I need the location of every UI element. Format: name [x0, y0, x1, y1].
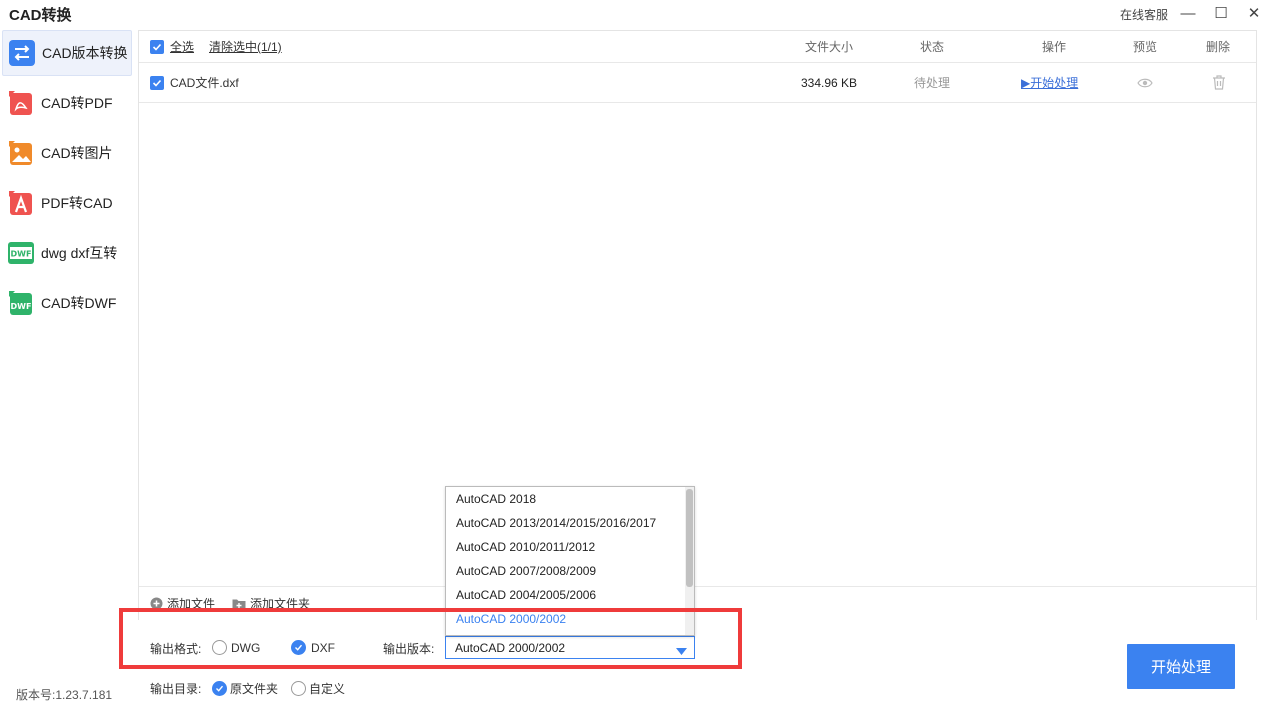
sidebar: CAD版本转换 CAD转PDF CAD转图片 PDF转CAD DWF dwg d…	[0, 28, 134, 709]
svg-text:DWF: DWF	[11, 250, 32, 259]
online-service-link[interactable]: 在线客服	[1120, 6, 1168, 23]
start-process-link[interactable]: ▶开始处理	[1021, 63, 1078, 102]
clear-selected-link[interactable]: 清除选中(1/1)	[209, 31, 282, 62]
dir-original-radio[interactable]: 原文件夹	[212, 680, 278, 697]
file-list-panel: 全选 清除选中(1/1) 文件大小 状态 操作 预览 删除 CAD文件.dxf …	[138, 30, 1257, 620]
close-button[interactable]: ✕	[1242, 2, 1266, 24]
dir-custom-radio[interactable]: 自定义	[291, 680, 345, 697]
sidebar-item-label: CAD版本转换	[42, 45, 128, 61]
file-status: 待处理	[914, 76, 951, 90]
version-option[interactable]: AutoCAD 2007/2008/2009	[456, 564, 596, 578]
sidebar-item-dwg-dxf[interactable]: DWF dwg dxf互转	[2, 230, 132, 276]
output-dir-label: 输出目录:	[150, 682, 202, 696]
start-process-button[interactable]: 开始处理	[1127, 644, 1235, 689]
sidebar-item-label: CAD转DWF	[41, 295, 117, 311]
sidebar-item-label: dwg dxf互转	[41, 245, 118, 261]
sidebar-item-label: PDF转CAD	[41, 195, 113, 211]
dir-custom-label: 自定义	[309, 682, 346, 696]
minimize-button[interactable]: —	[1176, 2, 1200, 24]
column-header-preview: 预览	[1133, 40, 1158, 54]
version-option[interactable]: AutoCAD 2004/2005/2006	[456, 588, 596, 602]
sidebar-item-cad-to-dwf[interactable]: DWF CAD转DWF	[2, 280, 132, 326]
column-header-status: 状态	[920, 40, 945, 54]
scrollbar-thumb[interactable]	[686, 489, 693, 587]
column-header-action: 操作	[1042, 40, 1067, 54]
sidebar-item-cad-to-image[interactable]: CAD转图片	[2, 130, 132, 176]
sidebar-item-label: CAD转PDF	[41, 95, 113, 111]
version-option[interactable]: AutoCAD 2018	[456, 492, 536, 506]
version-label: 版本号:1.23.7.181	[16, 688, 113, 702]
row-checkbox[interactable]: CAD文件.dxf	[150, 63, 239, 102]
highlight-box	[119, 608, 742, 669]
sidebar-item-label: CAD转图片	[41, 145, 113, 161]
select-all-label[interactable]: 全选	[170, 38, 194, 55]
maximize-button[interactable]: ☐	[1209, 2, 1233, 24]
radio-unchecked-icon	[291, 681, 306, 696]
table-row: CAD文件.dxf 334.96 KB 待处理 ▶开始处理	[139, 63, 1256, 103]
svg-text:DWF: DWF	[11, 302, 32, 311]
preview-eye-icon[interactable]	[1137, 63, 1153, 102]
column-header-delete: 删除	[1206, 40, 1231, 54]
clear-selected-label[interactable]: 清除选中(1/1)	[209, 38, 282, 55]
radio-checked-icon	[212, 681, 227, 696]
sidebar-item-pdf-to-cad[interactable]: PDF转CAD	[2, 180, 132, 226]
checkbox-checked-icon	[150, 39, 164, 54]
version-option[interactable]: AutoCAD 2013/2014/2015/2016/2017	[456, 516, 656, 530]
output-dir-row: 输出目录:	[150, 680, 201, 697]
delete-trash-icon[interactable]	[1212, 63, 1226, 102]
file-size: 334.96 KB	[801, 75, 858, 90]
title-bar: CAD转换 在线客服 — ☐ ✕	[0, 0, 1268, 28]
dwf-icon: DWF	[7, 289, 35, 317]
select-all-checkbox[interactable]: 全选	[150, 31, 194, 62]
checkbox-checked-icon	[150, 75, 164, 90]
pdf-icon	[7, 89, 35, 117]
convert-arrows-icon	[8, 39, 36, 67]
pdf-to-cad-icon	[7, 189, 35, 217]
app-title: CAD转换	[9, 7, 72, 24]
version-option[interactable]: AutoCAD 2010/2011/2012	[456, 540, 595, 554]
column-header-size: 文件大小	[805, 40, 854, 54]
table-header: 全选 清除选中(1/1) 文件大小 状态 操作 预览 删除	[139, 31, 1256, 63]
dwf-swap-icon: DWF	[7, 239, 35, 267]
image-icon	[7, 139, 35, 167]
dir-original-label: 原文件夹	[230, 682, 279, 696]
file-name: CAD文件.dxf	[170, 76, 239, 90]
sidebar-item-cad-version[interactable]: CAD版本转换	[2, 30, 132, 76]
sidebar-item-cad-to-pdf[interactable]: CAD转PDF	[2, 80, 132, 126]
